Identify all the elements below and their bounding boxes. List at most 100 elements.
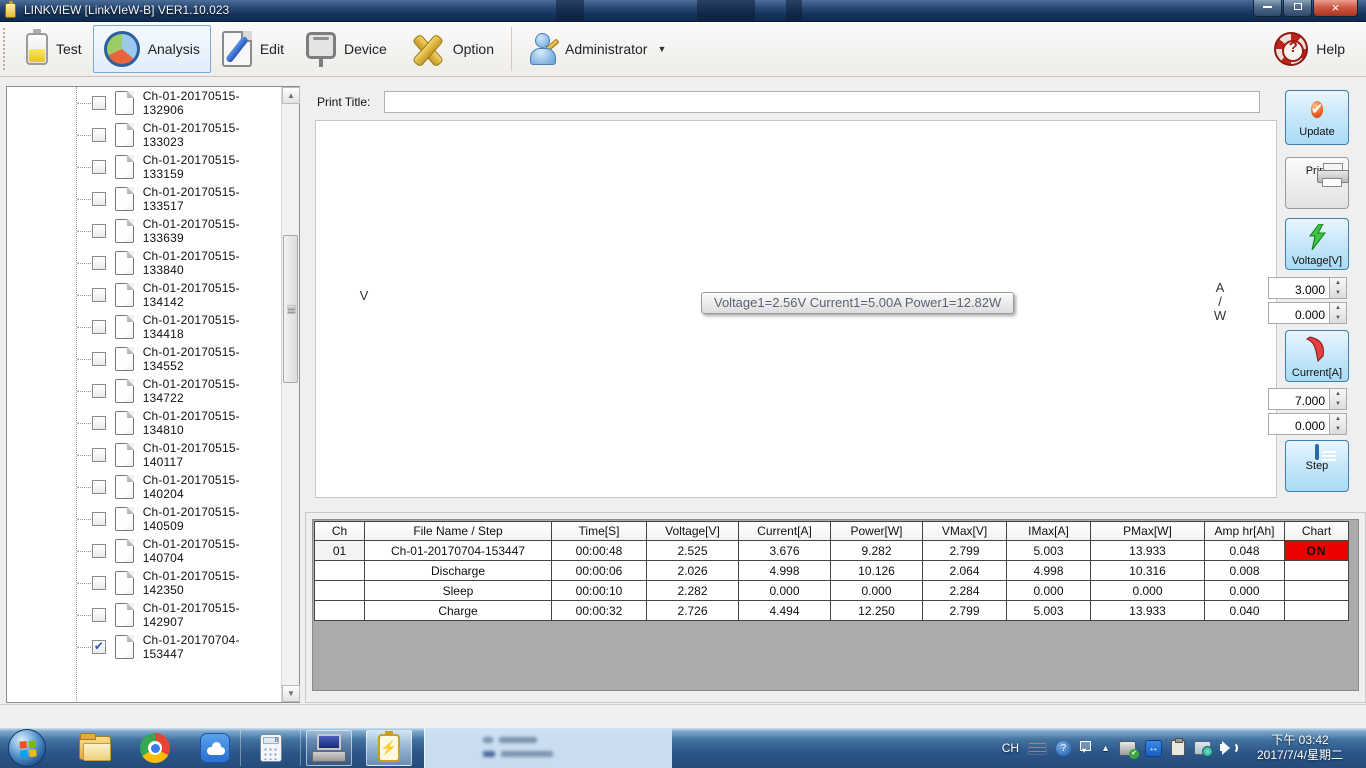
scrollbar-thumb[interactable] <box>283 235 298 383</box>
tree-item[interactable]: Ch-01-20170704-153447 <box>7 631 280 663</box>
table-cell: Ch-01-20170704-153447 <box>365 541 552 561</box>
start-button[interactable] <box>8 729 46 767</box>
tree-item[interactable]: Ch-01-20170515-133840 <box>7 247 280 279</box>
tree-item[interactable]: Ch-01-20170515-133159 <box>7 151 280 183</box>
toolbar-option-label: Option <box>453 41 494 57</box>
update-button[interactable]: ✔ Update <box>1285 90 1349 145</box>
minimize-button[interactable] <box>1253 0 1282 17</box>
keyboard-icon[interactable] <box>1028 742 1047 755</box>
tray-help-icon[interactable]: ? <box>1056 741 1071 756</box>
tree-item-checkbox[interactable] <box>92 544 106 558</box>
taskbar-cloud-button[interactable] <box>192 730 238 766</box>
scroll-up-button[interactable]: ▲ <box>282 87 300 104</box>
tree-item-checkbox[interactable] <box>92 480 106 494</box>
tree-item-checkbox[interactable] <box>92 640 106 654</box>
tree-item[interactable]: Ch-01-20170515-134418 <box>7 311 280 343</box>
tree-item[interactable]: Ch-01-20170515-140117 <box>7 439 280 471</box>
close-button[interactable]: × <box>1313 0 1358 17</box>
current-axis-button[interactable]: Current[A] <box>1285 330 1349 382</box>
taskbar-devicetool-button[interactable] <box>306 730 352 766</box>
voltage-min-input[interactable] <box>1268 302 1330 324</box>
scroll-down-button[interactable]: ▼ <box>282 685 300 702</box>
tree-item-checkbox[interactable] <box>92 288 106 302</box>
tree-item[interactable]: Ch-01-20170515-132906 <box>7 87 280 119</box>
table-cell: 2.026 <box>647 561 739 581</box>
toolbar-analysis-button[interactable]: Analysis <box>93 25 211 73</box>
tree-item[interactable]: Ch-01-20170515-140509 <box>7 503 280 535</box>
flyout-icon-blur <box>483 751 495 757</box>
tree-item-checkbox[interactable] <box>92 448 106 462</box>
tree-item-checkbox[interactable] <box>92 256 106 270</box>
voltage-min-spinner[interactable]: ▲▼ <box>1330 302 1347 324</box>
file-icon <box>115 379 134 403</box>
current-min-spinner[interactable]: ▲▼ <box>1330 413 1347 435</box>
voltage-max-input[interactable] <box>1268 277 1330 299</box>
tree-item-checkbox[interactable] <box>92 352 106 366</box>
volume-icon[interactable] <box>1220 740 1236 756</box>
taskbar-chrome-button[interactable] <box>132 730 178 766</box>
tree-scrollbar[interactable]: ▲ ▼ <box>281 87 299 702</box>
table-cell: 00:00:06 <box>552 561 647 581</box>
restore-button[interactable] <box>1283 0 1312 17</box>
tree-item[interactable]: Ch-01-20170515-134142 <box>7 279 280 311</box>
toolbar-option-button[interactable]: Option <box>398 25 505 73</box>
tree-item-checkbox[interactable] <box>92 512 106 526</box>
network-status-icon[interactable] <box>1194 741 1211 755</box>
tree-item[interactable]: Ch-01-20170515-140204 <box>7 471 280 503</box>
table-header-cell: File Name / Step <box>365 522 552 541</box>
tree-item[interactable]: Ch-01-20170515-134722 <box>7 375 280 407</box>
tree-item[interactable]: Ch-01-20170515-133639 <box>7 215 280 247</box>
tree-item-checkbox[interactable] <box>92 160 106 174</box>
tree-item-checkbox[interactable] <box>92 96 106 110</box>
layout-switch-icon[interactable] <box>1080 741 1092 755</box>
current-max-spinner[interactable]: ▲▼ <box>1330 388 1347 410</box>
tree-item[interactable]: Ch-01-20170515-133023 <box>7 119 280 151</box>
toolbar-grip[interactable] <box>3 28 7 70</box>
table-cell[interactable]: ON <box>1285 541 1349 561</box>
clipboard-plug-icon[interactable] <box>1171 740 1185 756</box>
voltage-min-field: ▲▼ <box>1268 302 1349 324</box>
tree-item-checkbox[interactable] <box>92 224 106 238</box>
current-max-input[interactable] <box>1268 388 1330 410</box>
table-row[interactable]: Discharge00:00:062.0264.99810.1262.0644.… <box>315 561 1349 581</box>
tree-item[interactable]: Ch-01-20170515-134552 <box>7 343 280 375</box>
tree-item-checkbox[interactable] <box>92 128 106 142</box>
administrator-menu-button[interactable]: Administrator ▼ <box>518 25 677 73</box>
table-cell: 10.126 <box>831 561 923 581</box>
help-button[interactable]: Help <box>1263 25 1356 73</box>
print-button[interactable]: Print <box>1285 157 1349 209</box>
tree-item[interactable]: Ch-01-20170515-133517 <box>7 183 280 215</box>
tree-item-checkbox[interactable] <box>92 608 106 622</box>
toolbar-test-button[interactable]: Test <box>15 25 93 73</box>
table-row[interactable]: Charge00:00:322.7264.49412.2502.7995.003… <box>315 601 1349 621</box>
table-row[interactable]: Sleep00:00:102.2820.0000.0002.2840.0000.… <box>315 581 1349 601</box>
toolbar-edit-button[interactable]: Edit <box>211 25 295 73</box>
tree-item[interactable]: Ch-01-20170515-134810 <box>7 407 280 439</box>
tree-item-checkbox[interactable] <box>92 320 106 334</box>
tree-item-checkbox[interactable] <box>92 384 106 398</box>
teamviewer-icon[interactable]: ↔ <box>1145 740 1162 757</box>
taskbar-clock[interactable]: 下午 03:42 2017/7/4/星期二 <box>1240 733 1360 763</box>
tree-item[interactable]: Ch-01-20170515-142907 <box>7 599 280 631</box>
step-button[interactable]: Step <box>1285 440 1349 492</box>
taskbar-explorer-button[interactable] <box>72 730 118 766</box>
tree-item-checkbox[interactable] <box>92 416 106 430</box>
print-title-row: Print Title: <box>305 88 1280 116</box>
tree-item-checkbox[interactable] <box>92 192 106 206</box>
voltage-max-spinner[interactable]: ▲▼ <box>1330 277 1347 299</box>
usb-eject-icon[interactable] <box>1119 741 1136 756</box>
show-hidden-icons-button[interactable]: ▲ <box>1101 743 1110 753</box>
current-min-input[interactable] <box>1268 413 1330 435</box>
tree-item[interactable]: Ch-01-20170515-140704 <box>7 535 280 567</box>
tray-language-indicator[interactable]: CH <box>1002 741 1019 755</box>
taskbar-linkview-button[interactable] <box>366 730 412 766</box>
print-title-input[interactable] <box>384 91 1260 113</box>
tree-connector <box>77 103 91 104</box>
voltage-axis-button[interactable]: Voltage[V] <box>1285 218 1349 270</box>
table-row[interactable]: 01Ch-01-20170704-15344700:00:482.5253.67… <box>315 541 1349 561</box>
tree-item-label: Ch-01-20170515-142907 <box>143 601 280 629</box>
tree-item-checkbox[interactable] <box>92 576 106 590</box>
toolbar-device-button[interactable]: Device <box>295 25 398 73</box>
taskbar-calculator-button[interactable]: 8 <box>248 730 294 766</box>
tree-item[interactable]: Ch-01-20170515-142350 <box>7 567 280 599</box>
